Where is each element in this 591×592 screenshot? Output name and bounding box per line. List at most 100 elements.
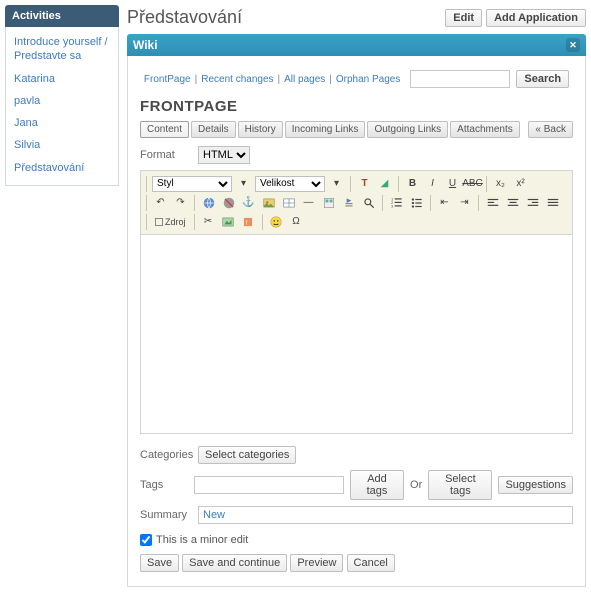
format-row: Format HTML	[140, 146, 573, 164]
nav-orphan-link[interactable]: Orphan Pages	[336, 74, 401, 85]
main: Představování Edit Add Application Wiki …	[127, 5, 586, 587]
summary-label: Summary	[140, 509, 192, 521]
tab-history[interactable]: History	[238, 121, 283, 138]
text-color-icon[interactable]: T	[356, 175, 373, 192]
wiki-header: Wiki ✕	[127, 34, 586, 56]
save-continue-button[interactable]: Save and continue	[182, 554, 287, 572]
sidebar-item[interactable]: Katarina	[6, 68, 118, 90]
activities-sidebar: Activities Introduce yourself / Predstav…	[5, 5, 119, 587]
sidebar-list: Introduce yourself / Predstavte sa Katar…	[5, 27, 119, 186]
tab-details[interactable]: Details	[191, 121, 236, 138]
minor-edit-checkbox[interactable]	[140, 534, 152, 546]
select-categories-button[interactable]: Select categories	[198, 446, 296, 464]
suggestions-button[interactable]: Suggestions	[498, 476, 573, 494]
nav-separator: |	[329, 74, 332, 85]
cancel-button[interactable]: Cancel	[347, 554, 395, 572]
back-button[interactable]: « Back	[528, 121, 573, 138]
close-icon[interactable]: ✕	[566, 38, 580, 52]
flash-icon[interactable]: f	[240, 213, 257, 230]
bold-icon[interactable]: B	[404, 175, 421, 192]
editor-textarea[interactable]	[141, 235, 572, 433]
nav-separator: |	[278, 74, 281, 85]
replace-icon[interactable]	[360, 194, 377, 211]
tags-input[interactable]	[194, 476, 344, 494]
page-title: Představování	[127, 7, 441, 28]
summary-row: Summary	[140, 506, 573, 524]
titlebar: Představování Edit Add Application	[127, 5, 586, 34]
hr-icon[interactable]: —	[300, 194, 317, 211]
summary-input[interactable]	[198, 506, 573, 524]
wiki-page-title: FRONTPAGE	[140, 98, 573, 115]
sidebar-title: Activities	[5, 5, 119, 27]
sidebar-item[interactable]: Jana	[6, 112, 118, 134]
align-center-icon[interactable]	[504, 194, 521, 211]
tags-row: Tags Add tags Or Select tags Suggestions	[140, 470, 573, 500]
superscript-icon[interactable]: x²	[512, 175, 529, 192]
add-application-button[interactable]: Add Application	[486, 9, 586, 27]
tags-label: Tags	[140, 479, 188, 491]
italic-icon[interactable]: I	[424, 175, 441, 192]
subscript-icon[interactable]: x₂	[492, 175, 509, 192]
preview-button[interactable]: Preview	[290, 554, 343, 572]
bulletlist-icon[interactable]	[408, 194, 425, 211]
image-icon[interactable]	[260, 194, 277, 211]
wiki-tabs: Content Details History Incoming Links O…	[140, 121, 573, 138]
tab-attachments[interactable]: Attachments	[450, 121, 520, 138]
wiki-nav: FrontPage | Recent changes | All pages |…	[140, 70, 573, 88]
editor: Styl ▾ Velikost ▾ T ◢ B I U ABC x₂	[140, 170, 573, 434]
anchor-icon[interactable]: ⚓	[240, 194, 257, 211]
format-label: Format	[140, 149, 192, 161]
smiley-icon[interactable]	[268, 213, 285, 230]
sidebar-item[interactable]: Představování	[6, 157, 118, 179]
strike-icon[interactable]: ABC	[464, 175, 481, 192]
numlist-icon[interactable]: 123	[388, 194, 405, 211]
minor-edit-row: This is a minor edit	[140, 534, 573, 546]
size-select[interactable]: Velikost	[255, 176, 325, 192]
sidebar-item[interactable]: Silvia	[6, 134, 118, 156]
categories-row: Categories Select categories	[140, 446, 573, 464]
redo-icon[interactable]: ↷	[172, 194, 189, 211]
bg-color-icon[interactable]: ◢	[376, 175, 393, 192]
tags-or-text: Or	[410, 479, 422, 491]
editor-toolbar: Styl ▾ Velikost ▾ T ◢ B I U ABC x₂	[141, 171, 572, 235]
sidebar-item[interactable]: pavla	[6, 90, 118, 112]
cut-icon[interactable]: ✂	[200, 213, 217, 230]
svg-text:3: 3	[391, 204, 393, 208]
unlink-icon[interactable]	[220, 194, 237, 211]
nav-frontpage-link[interactable]: FrontPage	[144, 74, 191, 85]
outdent-icon[interactable]: ⇤	[436, 194, 453, 211]
undo-icon[interactable]: ↶	[152, 194, 169, 211]
categories-label: Categories	[140, 449, 192, 461]
insert-image-icon[interactable]	[220, 213, 237, 230]
add-tags-button[interactable]: Add tags	[350, 470, 404, 500]
tab-content[interactable]: Content	[140, 121, 189, 138]
chevron-down-icon[interactable]: ▾	[235, 175, 252, 192]
special-char-icon[interactable]: Ω	[288, 213, 305, 230]
sidebar-item[interactable]: Introduce yourself / Predstavte sa	[6, 31, 118, 68]
source-button[interactable]: Zdroj	[152, 213, 189, 230]
align-justify-icon[interactable]	[544, 194, 561, 211]
tab-incoming[interactable]: Incoming Links	[285, 121, 366, 138]
tab-outgoing[interactable]: Outgoing Links	[367, 121, 448, 138]
edit-button[interactable]: Edit	[445, 9, 482, 27]
align-right-icon[interactable]	[524, 194, 541, 211]
align-left-icon[interactable]	[484, 194, 501, 211]
action-buttons: Save Save and continue Preview Cancel	[140, 554, 573, 572]
wiki-body: FrontPage | Recent changes | All pages |…	[127, 56, 586, 587]
find-icon[interactable]	[340, 194, 357, 211]
chevron-down-icon[interactable]: ▾	[328, 175, 345, 192]
link-icon[interactable]	[200, 194, 217, 211]
search-input[interactable]	[410, 70, 510, 88]
indent-icon[interactable]: ⇥	[456, 194, 473, 211]
nav-all-link[interactable]: All pages	[284, 74, 325, 85]
save-button[interactable]: Save	[140, 554, 179, 572]
format-select[interactable]: HTML	[198, 146, 250, 164]
select-tags-button[interactable]: Select tags	[428, 470, 492, 500]
nav-recent-link[interactable]: Recent changes	[201, 74, 273, 85]
style-select[interactable]: Styl	[152, 176, 232, 192]
table-icon[interactable]	[280, 194, 297, 211]
search-button[interactable]: Search	[516, 70, 569, 88]
underline-icon[interactable]: U	[444, 175, 461, 192]
minor-edit-label: This is a minor edit	[156, 534, 248, 546]
template-icon[interactable]	[320, 194, 337, 211]
